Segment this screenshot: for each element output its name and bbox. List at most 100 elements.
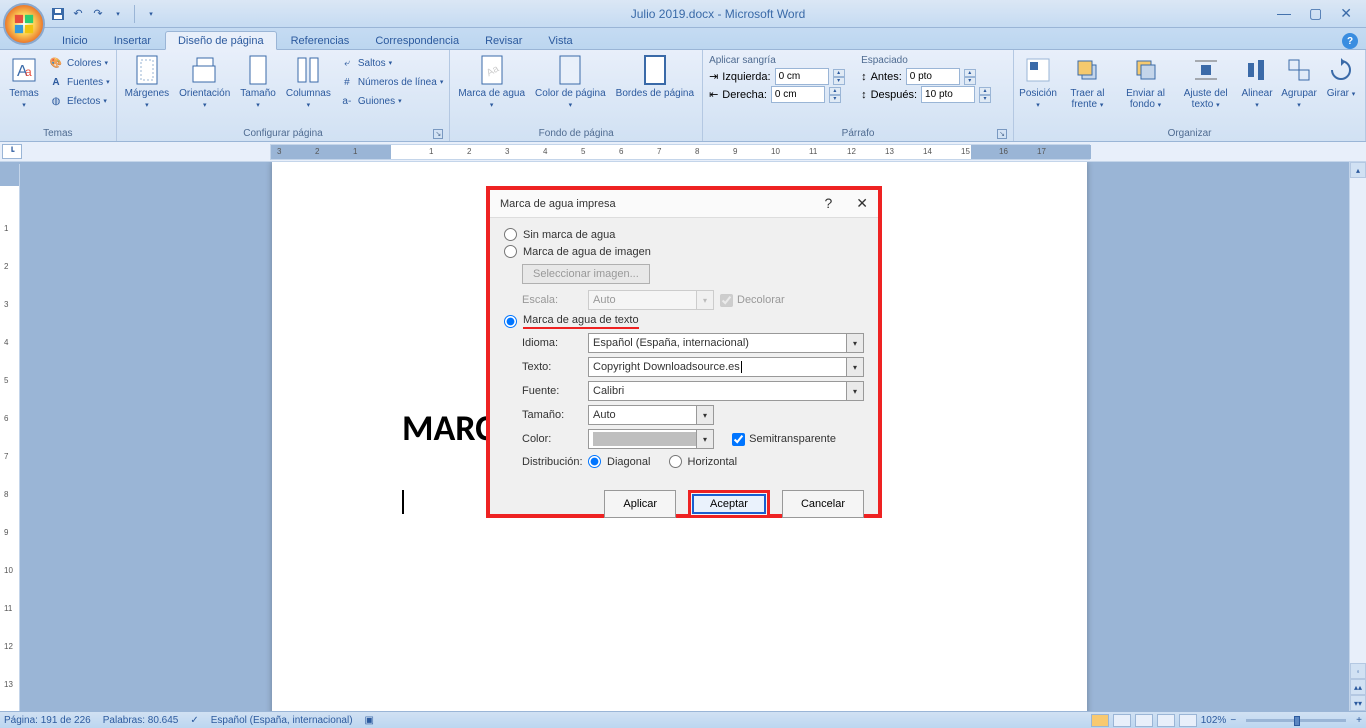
launcher-icon[interactable]: ↘ xyxy=(997,129,1007,139)
macro-icon[interactable]: ▣ xyxy=(365,715,374,726)
undo-icon[interactable]: ↶ xyxy=(70,6,86,22)
agrupar-button[interactable]: Agrupar ▾ xyxy=(1279,52,1319,112)
radio-horizontal[interactable]: Horizontal xyxy=(669,453,738,470)
tab-referencias[interactable]: Referencias xyxy=(279,32,362,49)
redo-icon[interactable]: ↷ xyxy=(90,6,106,22)
idioma-combo[interactable]: Español (España, internacional)▾ xyxy=(588,333,864,353)
sangria-izquierda-field[interactable]: ⇥Izquierda:▴▾ xyxy=(709,68,855,85)
spellcheck-icon[interactable]: ✓ xyxy=(190,715,198,726)
browse-object-icon[interactable]: ▴▴ xyxy=(1350,679,1366,695)
colors-icon: 🎨 xyxy=(48,55,64,71)
tamano-button[interactable]: Tamaño▾ xyxy=(236,52,280,112)
sangria-der-input[interactable] xyxy=(771,86,825,103)
qat-customize-icon[interactable]: ▾ xyxy=(110,6,126,22)
tab-vista[interactable]: Vista xyxy=(536,32,584,49)
close-icon[interactable]: ✕ xyxy=(1340,5,1352,22)
zoom-slider[interactable] xyxy=(1246,719,1346,722)
view-outline-button[interactable] xyxy=(1157,714,1175,727)
alinear-button[interactable]: Alinear ▾ xyxy=(1237,52,1277,112)
orientacion-button[interactable]: Orientación▾ xyxy=(175,52,234,112)
radio-diagonal[interactable]: Diagonal xyxy=(588,453,650,470)
view-draft-button[interactable] xyxy=(1179,714,1197,727)
ajuste-texto-button[interactable]: Ajuste del texto ▾ xyxy=(1176,52,1235,112)
saltos-button[interactable]: ⤶Saltos ▾ xyxy=(339,54,443,72)
bordes-pagina-button[interactable]: Bordes de página xyxy=(612,52,698,101)
numeros-linea-button[interactable]: #Números de línea ▾ xyxy=(339,73,443,91)
marca-agua-button[interactable]: AaMarca de agua▾ xyxy=(454,52,529,112)
effects-icon: ◍ xyxy=(48,93,64,109)
aplicar-button[interactable]: Aplicar xyxy=(604,490,676,518)
chevron-down-icon[interactable]: ▾ xyxy=(846,358,863,376)
dialog-close-icon[interactable]: ✕ xyxy=(856,195,868,212)
sangria-derecha-field[interactable]: ⇤Derecha:▴▾ xyxy=(709,86,855,103)
traer-frente-button[interactable]: Traer al frente ▾ xyxy=(1060,52,1115,112)
texto-combo[interactable]: Copyright Downloadsource.es▾ xyxy=(588,357,864,377)
radio-marca-texto[interactable]: Marca de agua de texto xyxy=(504,312,864,331)
guiones-button[interactable]: a-Guiones ▾ xyxy=(339,92,443,110)
tab-selector[interactable]: ┗ xyxy=(2,144,22,159)
tab-revisar[interactable]: Revisar xyxy=(473,32,534,49)
status-pagina[interactable]: Página: 191 de 226 xyxy=(4,715,91,726)
tamano-combo[interactable]: Auto▾ xyxy=(588,405,714,425)
cancelar-button[interactable]: Cancelar xyxy=(782,490,864,518)
group-temas: Aa Temas▾ 🎨Colores ▾ AFuentes ▾ ◍Efectos… xyxy=(0,50,117,141)
minimize-icon[interactable]: — xyxy=(1277,5,1291,22)
page-content: MARC xyxy=(402,406,494,450)
fuentes-button[interactable]: AFuentes ▾ xyxy=(48,73,110,91)
despues-input[interactable] xyxy=(921,86,975,103)
status-idioma[interactable]: Español (España, internacional) xyxy=(211,715,353,726)
columnas-button[interactable]: Columnas▾ xyxy=(282,52,335,112)
decolorar-check: Decolorar xyxy=(720,294,785,307)
save-icon[interactable] xyxy=(50,6,66,22)
horizontal-ruler[interactable]: 3211234567891011121314151617 xyxy=(270,144,1090,160)
semitransparente-check[interactable]: Semitransparente xyxy=(732,433,836,446)
efectos-button[interactable]: ◍Efectos ▾ xyxy=(48,92,110,110)
dialog-titlebar[interactable]: Marca de agua impresa ? ✕ xyxy=(490,190,878,218)
prev-page-icon[interactable]: ◦ xyxy=(1350,663,1366,679)
chevron-down-icon[interactable]: ▾ xyxy=(846,382,863,400)
sangria-izq-input[interactable] xyxy=(775,68,829,85)
tab-diseno-pagina[interactable]: Diseño de página xyxy=(165,31,277,50)
launcher-icon[interactable]: ↘ xyxy=(433,129,443,139)
zoom-in-button[interactable]: + xyxy=(1356,715,1362,726)
qat-more-icon[interactable]: ▾ xyxy=(143,6,159,22)
margenes-button[interactable]: Márgenes▾ xyxy=(121,52,173,112)
maximize-icon[interactable]: ▢ xyxy=(1309,5,1322,22)
colores-button[interactable]: 🎨Colores ▾ xyxy=(48,54,110,72)
office-button[interactable] xyxy=(3,3,45,45)
vertical-scrollbar[interactable]: ▴ ◦ ▴▴ ▾▾ xyxy=(1349,162,1366,711)
chevron-down-icon[interactable]: ▾ xyxy=(696,430,713,448)
zoom-out-button[interactable]: − xyxy=(1230,715,1236,726)
girar-button[interactable]: Girar ▾ xyxy=(1321,52,1361,101)
aceptar-button[interactable]: Aceptar xyxy=(692,494,766,514)
enviar-fondo-button[interactable]: Enviar al fondo ▾ xyxy=(1117,52,1175,112)
scroll-up-icon[interactable]: ▴ xyxy=(1350,162,1366,178)
view-fullscreen-button[interactable] xyxy=(1113,714,1131,727)
antes-input[interactable] xyxy=(906,68,960,85)
separator xyxy=(134,5,135,23)
radio-marca-imagen[interactable]: Marca de agua de imagen xyxy=(504,243,864,260)
espaciado-antes-field[interactable]: ↕Antes:▴▾ xyxy=(861,68,1007,85)
temas-button[interactable]: Aa Temas▾ xyxy=(4,52,44,112)
status-palabras[interactable]: Palabras: 80.645 xyxy=(103,715,179,726)
dialog-help-icon[interactable]: ? xyxy=(824,195,832,212)
posicion-button[interactable]: Posición▾ xyxy=(1018,52,1058,112)
tab-insertar[interactable]: Insertar xyxy=(102,32,163,49)
radio-sin-marca[interactable]: Sin marca de agua xyxy=(504,226,864,243)
ribbon-tabs: Inicio Insertar Diseño de página Referen… xyxy=(0,28,1366,50)
next-page-icon[interactable]: ▾▾ xyxy=(1350,695,1366,711)
chevron-down-icon[interactable]: ▾ xyxy=(696,406,713,424)
align-icon xyxy=(1241,54,1273,86)
chevron-down-icon[interactable]: ▾ xyxy=(846,334,863,352)
vertical-ruler[interactable]: 1234567891011121314 xyxy=(0,164,20,711)
status-zoom[interactable]: 102% xyxy=(1201,715,1227,726)
view-web-button[interactable] xyxy=(1135,714,1153,727)
tab-correspondencia[interactable]: Correspondencia xyxy=(363,32,471,49)
color-pagina-button[interactable]: Color de página▾ xyxy=(531,52,610,112)
help-icon[interactable]: ? xyxy=(1342,33,1358,49)
view-print-layout-button[interactable] xyxy=(1091,714,1109,727)
espaciado-despues-field[interactable]: ↕Después:▴▾ xyxy=(861,86,1007,103)
fuente-combo[interactable]: Calibri▾ xyxy=(588,381,864,401)
color-combo[interactable]: ▾ xyxy=(588,429,714,449)
tab-inicio[interactable]: Inicio xyxy=(50,32,100,49)
